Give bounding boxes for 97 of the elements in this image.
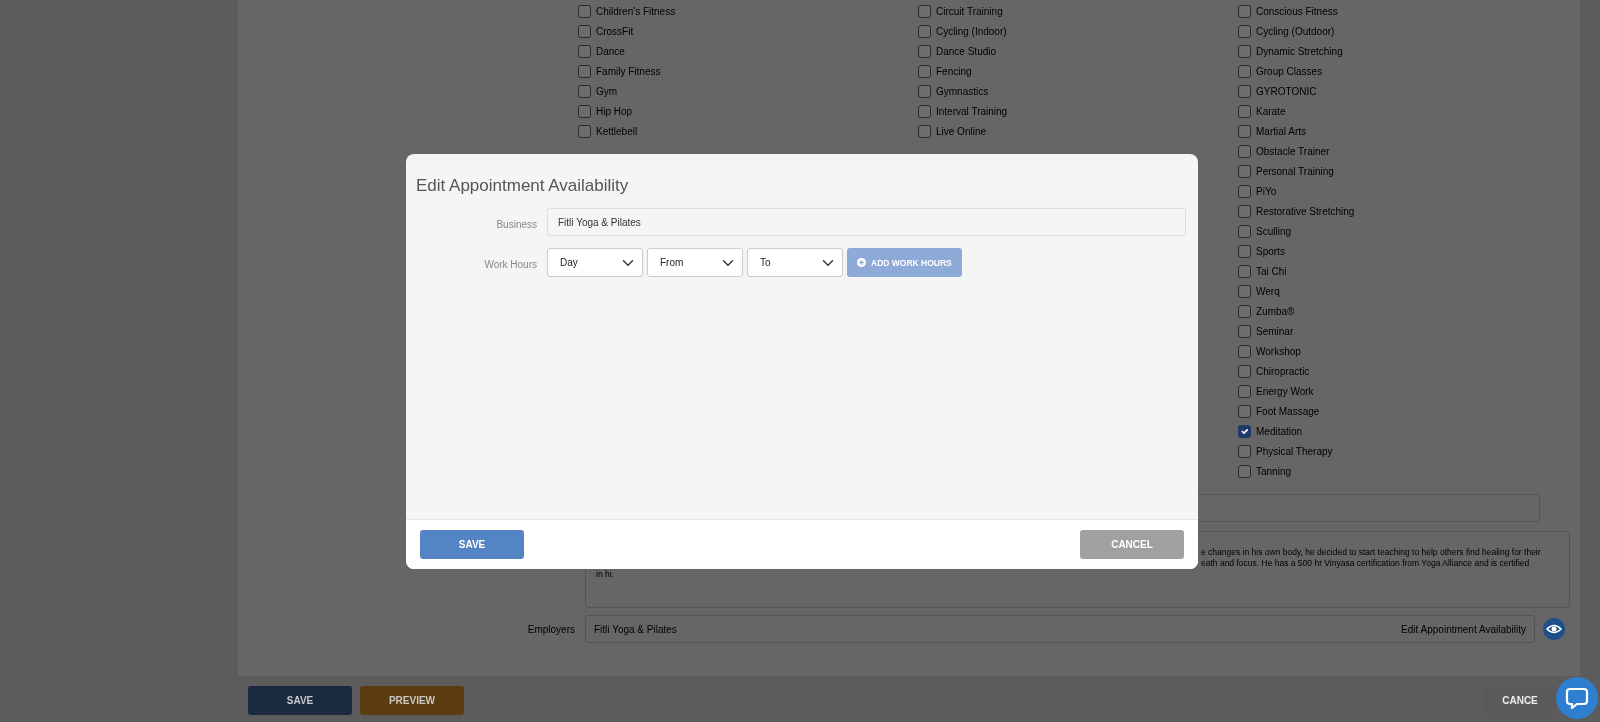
dropdown[interactable]: Day (547, 248, 643, 278)
checkbox-label: Kettlebell (596, 124, 638, 139)
checkbox-label: PiYo (1256, 184, 1277, 199)
checkbox-label: Zumba® (1256, 304, 1295, 319)
checkbox[interactable] (918, 44, 931, 58)
checkbox[interactable] (1238, 284, 1251, 298)
checkbox-label: Sculling (1256, 224, 1292, 239)
checkbox[interactable] (1238, 364, 1251, 378)
checkbox[interactable] (1238, 444, 1251, 458)
checkbox[interactable] (1238, 64, 1251, 78)
checkbox-label: Chiropractic (1256, 364, 1310, 379)
checkbox-label: Workshop (1256, 344, 1301, 359)
save-button[interactable]: SAVE (420, 530, 524, 559)
employer-value: Fitli Yoga & Pilates (594, 622, 677, 637)
checkbox[interactable] (918, 4, 931, 18)
checkbox-label: Tai Chi (1256, 264, 1287, 279)
checkbox[interactable] (1238, 124, 1251, 138)
checkbox[interactable] (1238, 44, 1251, 58)
checkbox-label: Circuit Training (936, 4, 1003, 19)
checkbox-label: Dance (596, 44, 625, 59)
checkbox-label: Dynamic Stretching (1256, 44, 1343, 59)
checkbox-label: Family Fitness (596, 64, 661, 79)
checkbox[interactable] (1238, 24, 1251, 38)
edit-availability-link[interactable]: Edit Appointment Availability (1401, 621, 1526, 637)
checkbox-label: Gym (596, 84, 618, 99)
checkbox-label: Fencing (936, 64, 972, 79)
bio-text-line: in hi. (596, 569, 614, 580)
checkbox-label: Hip Hop (596, 104, 633, 119)
checkbox-label: Physical Therapy (1256, 444, 1333, 459)
modal-title: Edit Appointment Availability (415, 175, 630, 197)
checkbox[interactable] (1238, 404, 1251, 418)
checkbox-label: CrossFit (596, 24, 634, 39)
checkbox-label: Dance Studio (936, 44, 997, 59)
checkbox[interactable] (1238, 104, 1251, 118)
checkbox-label: Live Online (936, 124, 987, 139)
work-hours-label: Work Hours (483, 258, 537, 273)
checkbox[interactable] (1238, 224, 1251, 238)
checkbox-label: Cycling (Outdoor) (1256, 24, 1335, 39)
checkbox-label: Personal Training (1256, 164, 1334, 179)
checkbox[interactable] (1238, 184, 1251, 198)
checkbox[interactable] (578, 24, 591, 38)
checkbox-label: GYROTONIC (1256, 84, 1317, 99)
checkbox[interactable] (1238, 384, 1251, 398)
speech-bubble-icon (1565, 686, 1589, 710)
checkbox[interactable] (1238, 4, 1251, 18)
checkbox[interactable] (1238, 424, 1251, 438)
checkbox[interactable] (1238, 344, 1251, 358)
checkbox[interactable] (1238, 144, 1251, 158)
checkbox[interactable] (1238, 464, 1251, 478)
checkbox[interactable] (578, 4, 591, 18)
checkbox[interactable] (1238, 204, 1251, 218)
checkbox[interactable] (918, 104, 931, 118)
checkbox[interactable] (918, 64, 931, 78)
save-button[interactable]: SAVE (248, 686, 352, 715)
checkbox-label: Conscious Fitness (1256, 4, 1338, 19)
business-label: Business (495, 218, 537, 233)
checkbox-label: Seminar (1256, 324, 1294, 339)
employers-label: Employers (526, 622, 575, 637)
checkbox-label: Foot Massage (1256, 404, 1320, 419)
checkbox-label: Cycling (Indoor) (936, 24, 1007, 39)
employers-field[interactable]: Fitli Yoga & Pilates Edit Appointment Availability (585, 615, 1535, 643)
checkbox-label: Karate (1256, 104, 1286, 119)
eye-icon[interactable] (1543, 618, 1565, 640)
checkbox[interactable] (1238, 244, 1251, 258)
checkbox-label: Werq (1256, 284, 1280, 299)
checkbox-label: Obstacle Trainer (1256, 144, 1330, 159)
checkbox-label: Energy Work (1256, 384, 1314, 399)
plus-circle-icon (857, 258, 866, 268)
checkbox-label: Meditation (1256, 424, 1303, 439)
checkbox-label: Group Classes (1256, 64, 1323, 79)
checkbox[interactable] (578, 44, 591, 58)
checkbox[interactable] (1238, 164, 1251, 178)
checkbox[interactable] (1238, 264, 1251, 278)
checkbox[interactable] (918, 84, 931, 98)
checkbox-label: Restorative Stretching (1256, 204, 1355, 219)
bio-text-line: eath and focus. He has a 500 hr Vinyasa certification from Yoga Alliance and is certified (1201, 558, 1530, 569)
bio-text-line: e changes in his own body, he decided to start teaching to help others find healing for their (1201, 547, 1541, 558)
dropdown[interactable]: From (647, 248, 743, 278)
checkbox[interactable] (578, 104, 591, 118)
checkbox-label: Tanning (1256, 464, 1292, 479)
checkbox[interactable] (1238, 304, 1251, 318)
checkbox[interactable] (918, 24, 931, 38)
checkbox[interactable] (918, 124, 931, 138)
preview-button[interactable]: PREVIEW (360, 686, 464, 715)
dropdown[interactable]: To (747, 248, 843, 278)
checkbox-label: Martial Arts (1256, 124, 1306, 139)
checkbox-label: Gymnastics (936, 84, 989, 99)
business-field[interactable]: Fitli Yoga & Pilates (547, 208, 1186, 237)
checkbox-label: Children's Fitness (596, 4, 676, 19)
checkbox[interactable] (1238, 84, 1251, 98)
checkbox[interactable] (578, 64, 591, 78)
checkbox[interactable] (578, 124, 591, 138)
chat-button[interactable] (1556, 677, 1598, 719)
checkbox-label: Sports (1256, 244, 1285, 259)
checkbox[interactable] (1238, 324, 1251, 338)
checkbox[interactable] (578, 84, 591, 98)
checkbox-label: Interval Training (936, 104, 1008, 119)
